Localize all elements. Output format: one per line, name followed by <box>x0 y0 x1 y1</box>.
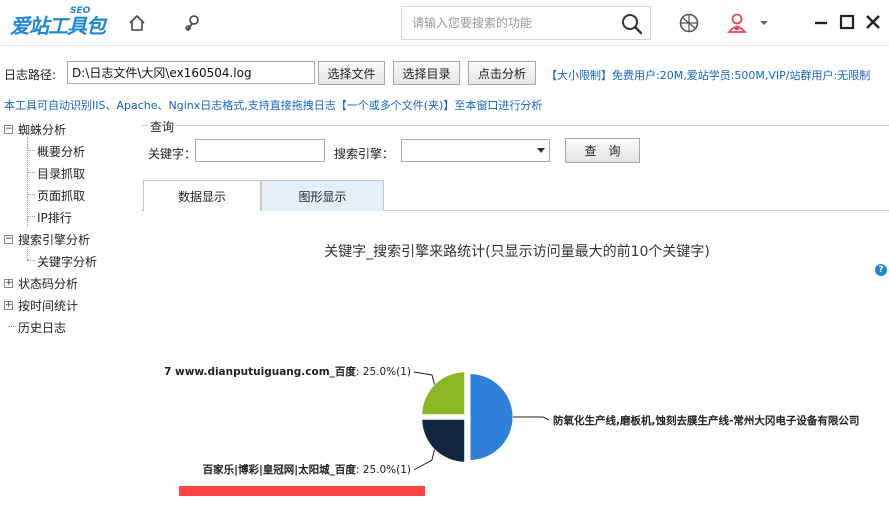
close-icon[interactable] <box>864 13 882 31</box>
home-icon[interactable] <box>125 11 149 35</box>
chevron-down-icon[interactable] <box>757 11 771 35</box>
red-progress-bar <box>179 486 425 496</box>
chevron-down-icon <box>537 148 545 153</box>
app-logo: 爱站工具包 SEO <box>10 6 110 40</box>
minimize-icon[interactable] <box>812 13 830 31</box>
pie-slice-0 <box>468 371 515 463</box>
sidebar-item-spider[interactable]: 蜘蛛分析 <box>18 121 66 138</box>
tree-line <box>27 247 28 260</box>
select-file-button[interactable]: 选择文件 <box>318 61 385 85</box>
keyword-input[interactable] <box>195 139 325 162</box>
engine-select[interactable] <box>401 139 550 162</box>
skin-icon[interactable] <box>677 11 701 35</box>
log-path-input[interactable] <box>67 61 315 84</box>
keyword-label: 关键字： <box>148 147 197 161</box>
tab-data[interactable]: 数据显示 <box>143 180 261 211</box>
tree-line <box>27 150 35 151</box>
pie-slice-1 <box>420 417 467 464</box>
tree-line <box>8 326 16 327</box>
sidebar-item-status-code[interactable]: 状态码分析 <box>18 275 78 292</box>
pie-label-1-value: : 25.0%(1) <box>356 464 411 476</box>
logo-seo-text: SEO <box>70 6 91 16</box>
maximize-icon[interactable] <box>838 13 856 31</box>
select-dir-button[interactable]: 选择目录 <box>393 61 460 85</box>
sidebar-item-dir-crawl[interactable]: 目录抓取 <box>37 165 85 182</box>
log-path-toolbar: 日志路径: 选择文件 选择目录 点击分析 【大小限制】免费用户:20M,爱站学员… <box>0 58 889 88</box>
collapse-icon[interactable]: − <box>4 125 13 134</box>
view-tabs: 数据显示 图形显示 <box>142 180 889 211</box>
title-bar: 爱站工具包 SEO <box>0 0 889 46</box>
sidebar-item-keyword[interactable]: 关键字分析 <box>37 253 97 270</box>
expand-icon[interactable]: + <box>4 279 13 288</box>
sidebar-item-ip-rank[interactable]: IP排行 <box>37 209 72 226</box>
sidebar-tree: − 蜘蛛分析 概要分析 目录抓取 页面抓取 IP排行 − 搜索引擎分析 关键字分… <box>0 117 139 528</box>
analyze-button[interactable]: 点击分析 <box>468 61 536 85</box>
size-limit-text: 【大小限制】免费用户:20M,爱站学员:500M,VIP/站群用户:无限制 <box>546 69 871 82</box>
sidebar-item-overview[interactable]: 概要分析 <box>37 143 85 160</box>
sidebar-item-time-stats[interactable]: 按时间统计 <box>18 297 78 314</box>
query-group: 查询 关键字： 搜索引擎： 查 询 <box>142 118 889 177</box>
search-box <box>401 6 651 40</box>
pie-leader-1 <box>413 449 435 471</box>
sidebar-item-page-crawl[interactable]: 页面抓取 <box>37 187 85 204</box>
pie-label-1: 百家乐|博彩|皇冠网|太阳城_百度: 25.0%(1) <box>203 463 411 476</box>
sidebar-item-history[interactable]: 历史日志 <box>18 319 66 336</box>
user-icon[interactable] <box>725 11 749 35</box>
pie-chart: 防氧化生产线,磨板机,蚀刻去膜生产线-常州大冈电子设备有限公司 百家乐|博彩|皇… <box>164 365 859 476</box>
collapse-icon[interactable]: − <box>4 235 13 244</box>
tools-icon[interactable] <box>181 11 205 35</box>
query-button[interactable]: 查 询 <box>565 138 640 163</box>
query-group-title: 查询 <box>148 118 177 135</box>
tree-line <box>27 172 35 173</box>
log-path-label: 日志路径: <box>4 68 57 82</box>
pie-leader-0 <box>513 416 550 421</box>
tree-line <box>27 260 35 261</box>
sidebar-item-search-engine[interactable]: 搜索引擎分析 <box>18 231 90 248</box>
tab-graph[interactable]: 图形显示 <box>261 180 384 211</box>
engine-label: 搜索引擎： <box>334 147 395 161</box>
pie-slice-2 <box>420 370 467 417</box>
pie-leader-2 <box>413 371 435 385</box>
pie-label-2-value: : 25.0%(1) <box>356 366 411 378</box>
tree-line <box>27 194 35 195</box>
chart-area: 关键字_搜索引擎来路统计(只显示访问量最大的前10个关键字) ? 防氧化生产线,… <box>142 212 889 528</box>
pie-label-0: 防氧化生产线,磨板机,蚀刻去膜生产线-常州大冈电子设备有限公司 <box>553 414 859 427</box>
info-line: 本工具可自动识别IIS、Apache、Nginx日志格式,支持直接拖拽日志【一个… <box>4 99 543 112</box>
pie-label-2-name: 7 www.dianputuiguang.com_百度 <box>164 365 356 378</box>
logo-main-text: 爱站工具包 <box>10 14 106 38</box>
search-icon[interactable] <box>620 12 644 36</box>
tree-line <box>27 216 35 217</box>
pie-label-2: 7 www.dianputuiguang.com_百度: 25.0%(1) <box>164 365 411 378</box>
search-input[interactable] <box>402 7 614 39</box>
expand-icon[interactable]: + <box>4 301 13 310</box>
pie-label-1-name: 百家乐|博彩|皇冠网|太阳城_百度 <box>203 463 357 476</box>
